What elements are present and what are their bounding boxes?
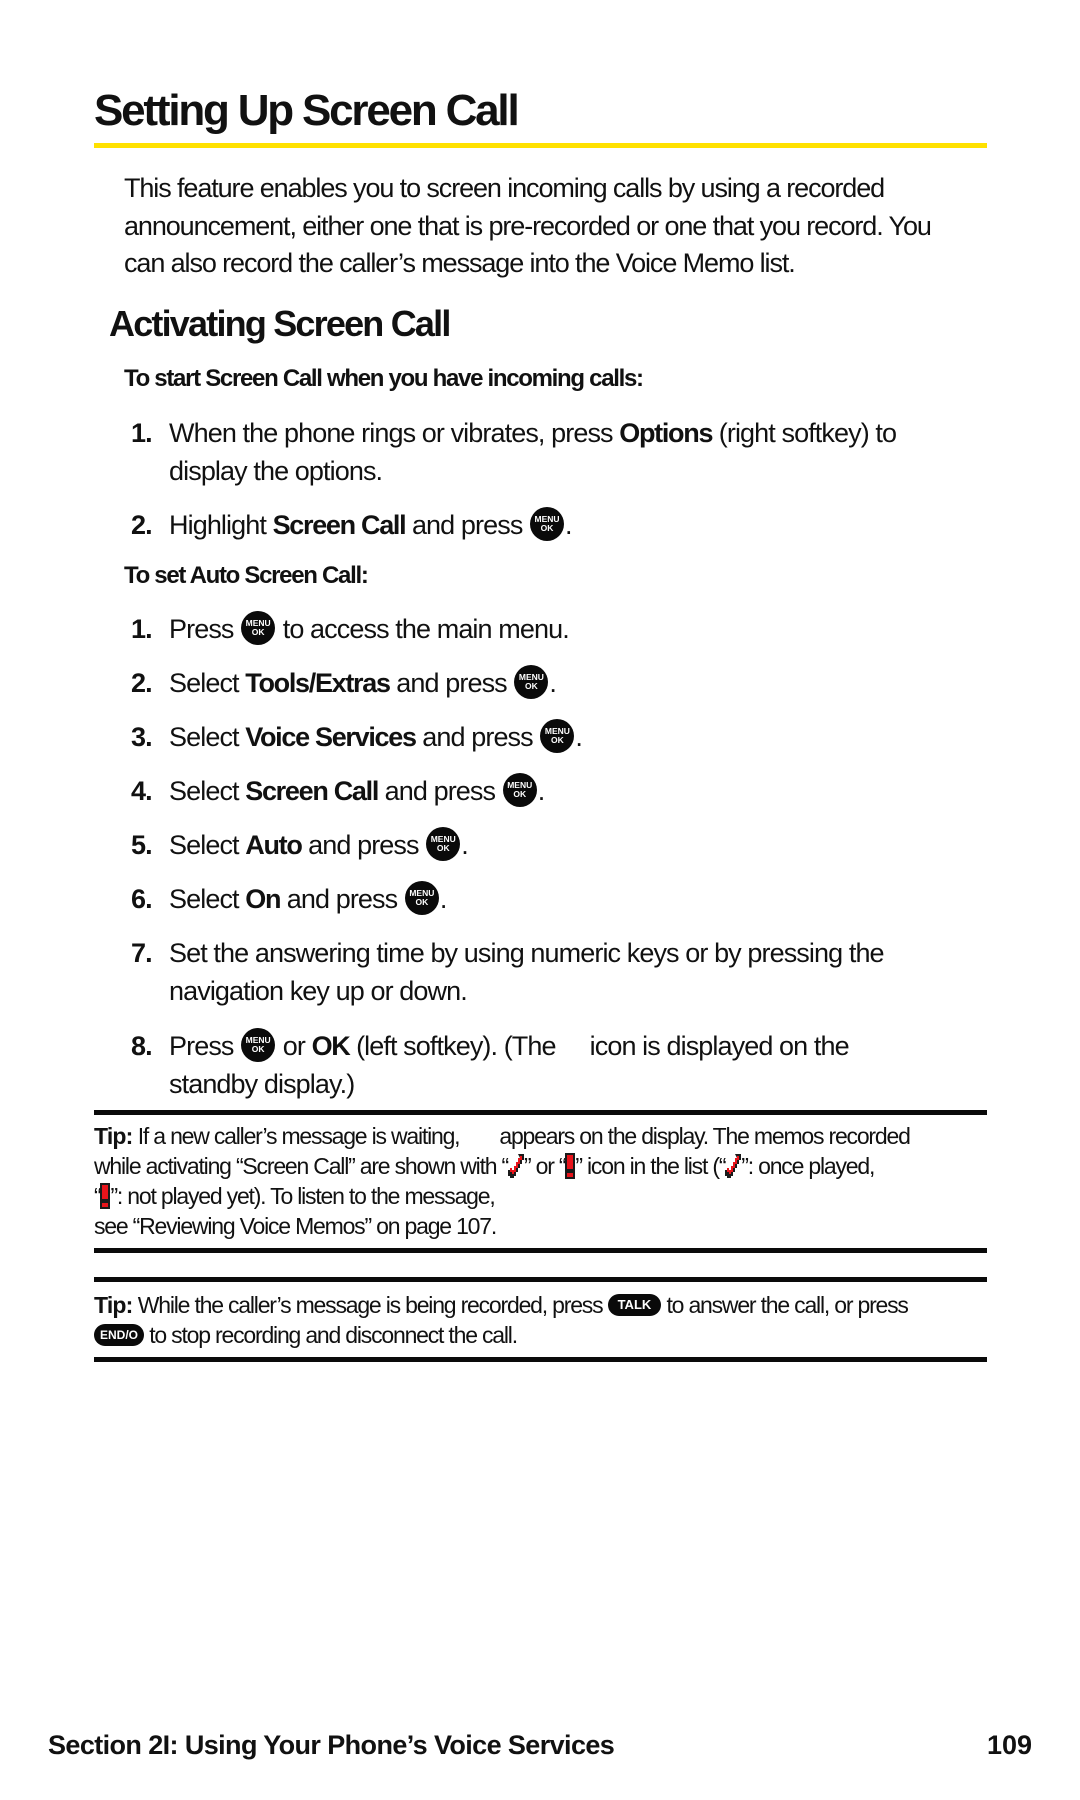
menu-ok-key-icon: MENU OK [404,880,439,915]
step-text: Press [169,614,234,644]
menu-item-name: On [245,884,281,914]
procedure-lead-incoming: To start Screen Call when you have incom… [124,365,644,392]
step-text: navigation key up or down. [169,976,468,1006]
procedure-lead-auto: To set Auto Screen Call: [124,562,369,589]
section-heading: Activating Screen Call [109,303,451,344]
step-text: standby display.) [169,1069,355,1099]
footer-section-title: Section 2I: Using Your Phone’s Voice Ser… [48,1730,615,1760]
softkey-name-ok: OK [311,1031,351,1061]
tip-label: Tip: [94,1123,133,1149]
menu-ok-key-icon: MENU OK [241,610,276,645]
intro-line: announcement, either one that is pre-rec… [124,210,932,241]
intro-paragraph: This feature enables you to screen incom… [124,170,932,283]
intro-line: This feature enables you to screen incom… [124,173,885,203]
menu-ok-key-icon: MENU OK [502,772,537,807]
played-check-icon [725,1153,742,1178]
step-text: Set the answering time by using numeric … [169,938,885,968]
end-power-key-icon: END/O [94,1323,145,1346]
menu-item-name: Screen Call [245,776,379,806]
step-number: 6. [131,884,153,914]
step-text: Highlight [169,510,273,540]
tip-box-new-message: Tip: If a new caller’s message is waitin… [94,1110,987,1253]
menu-item-name: Auto [245,830,303,860]
step-number: 5. [131,830,153,860]
page-title: Setting Up Screen Call [94,86,520,135]
step-number: 3. [131,722,153,752]
menu-item-name: Screen Call [272,510,407,540]
step-text: When the phone rings or vibrates, press [169,418,620,448]
step-number: 4. [131,776,153,806]
menu-ok-key-icon: MENU OK [540,718,575,753]
step-number: 2. [131,510,153,540]
step-text: (right softkey) to [712,418,897,448]
unplayed-exclamation-icon [100,1182,111,1209]
title-underline [94,143,987,148]
step-number: 1. [131,614,153,644]
step-number: 1. [131,418,153,448]
menu-ok-key-icon: MENU OK [426,826,461,861]
key-name-options: Options [619,418,713,448]
page-number: 109 [986,1730,1032,1760]
tip-label: Tip: [94,1292,133,1318]
menu-item-name: Tools/Extras [245,668,391,698]
step-text: display the options. [169,456,383,486]
menu-ok-key-icon: MENU OK [514,664,549,699]
step-number: 8. [131,1031,153,1061]
talk-key-icon: TALK [607,1293,662,1316]
tip-cross-reference: see “Reviewing Voice Memos” on page 107. [94,1213,497,1239]
menu-item-name: Voice Services [245,722,417,752]
played-check-icon [508,1153,525,1178]
step-number: 2. [131,668,153,698]
intro-line: can also record the caller’s message int… [124,248,796,278]
unplayed-exclamation-icon [565,1152,576,1179]
step-number: 7. [131,938,153,968]
tip-box-recording: Tip: While the caller’s message is being… [94,1277,987,1362]
step-text: and press [405,510,523,540]
menu-ok-key-icon: MENU OK [530,506,565,541]
menu-ok-key-icon: MENU OK [241,1027,276,1062]
step-text: to access the main menu. [276,614,570,644]
